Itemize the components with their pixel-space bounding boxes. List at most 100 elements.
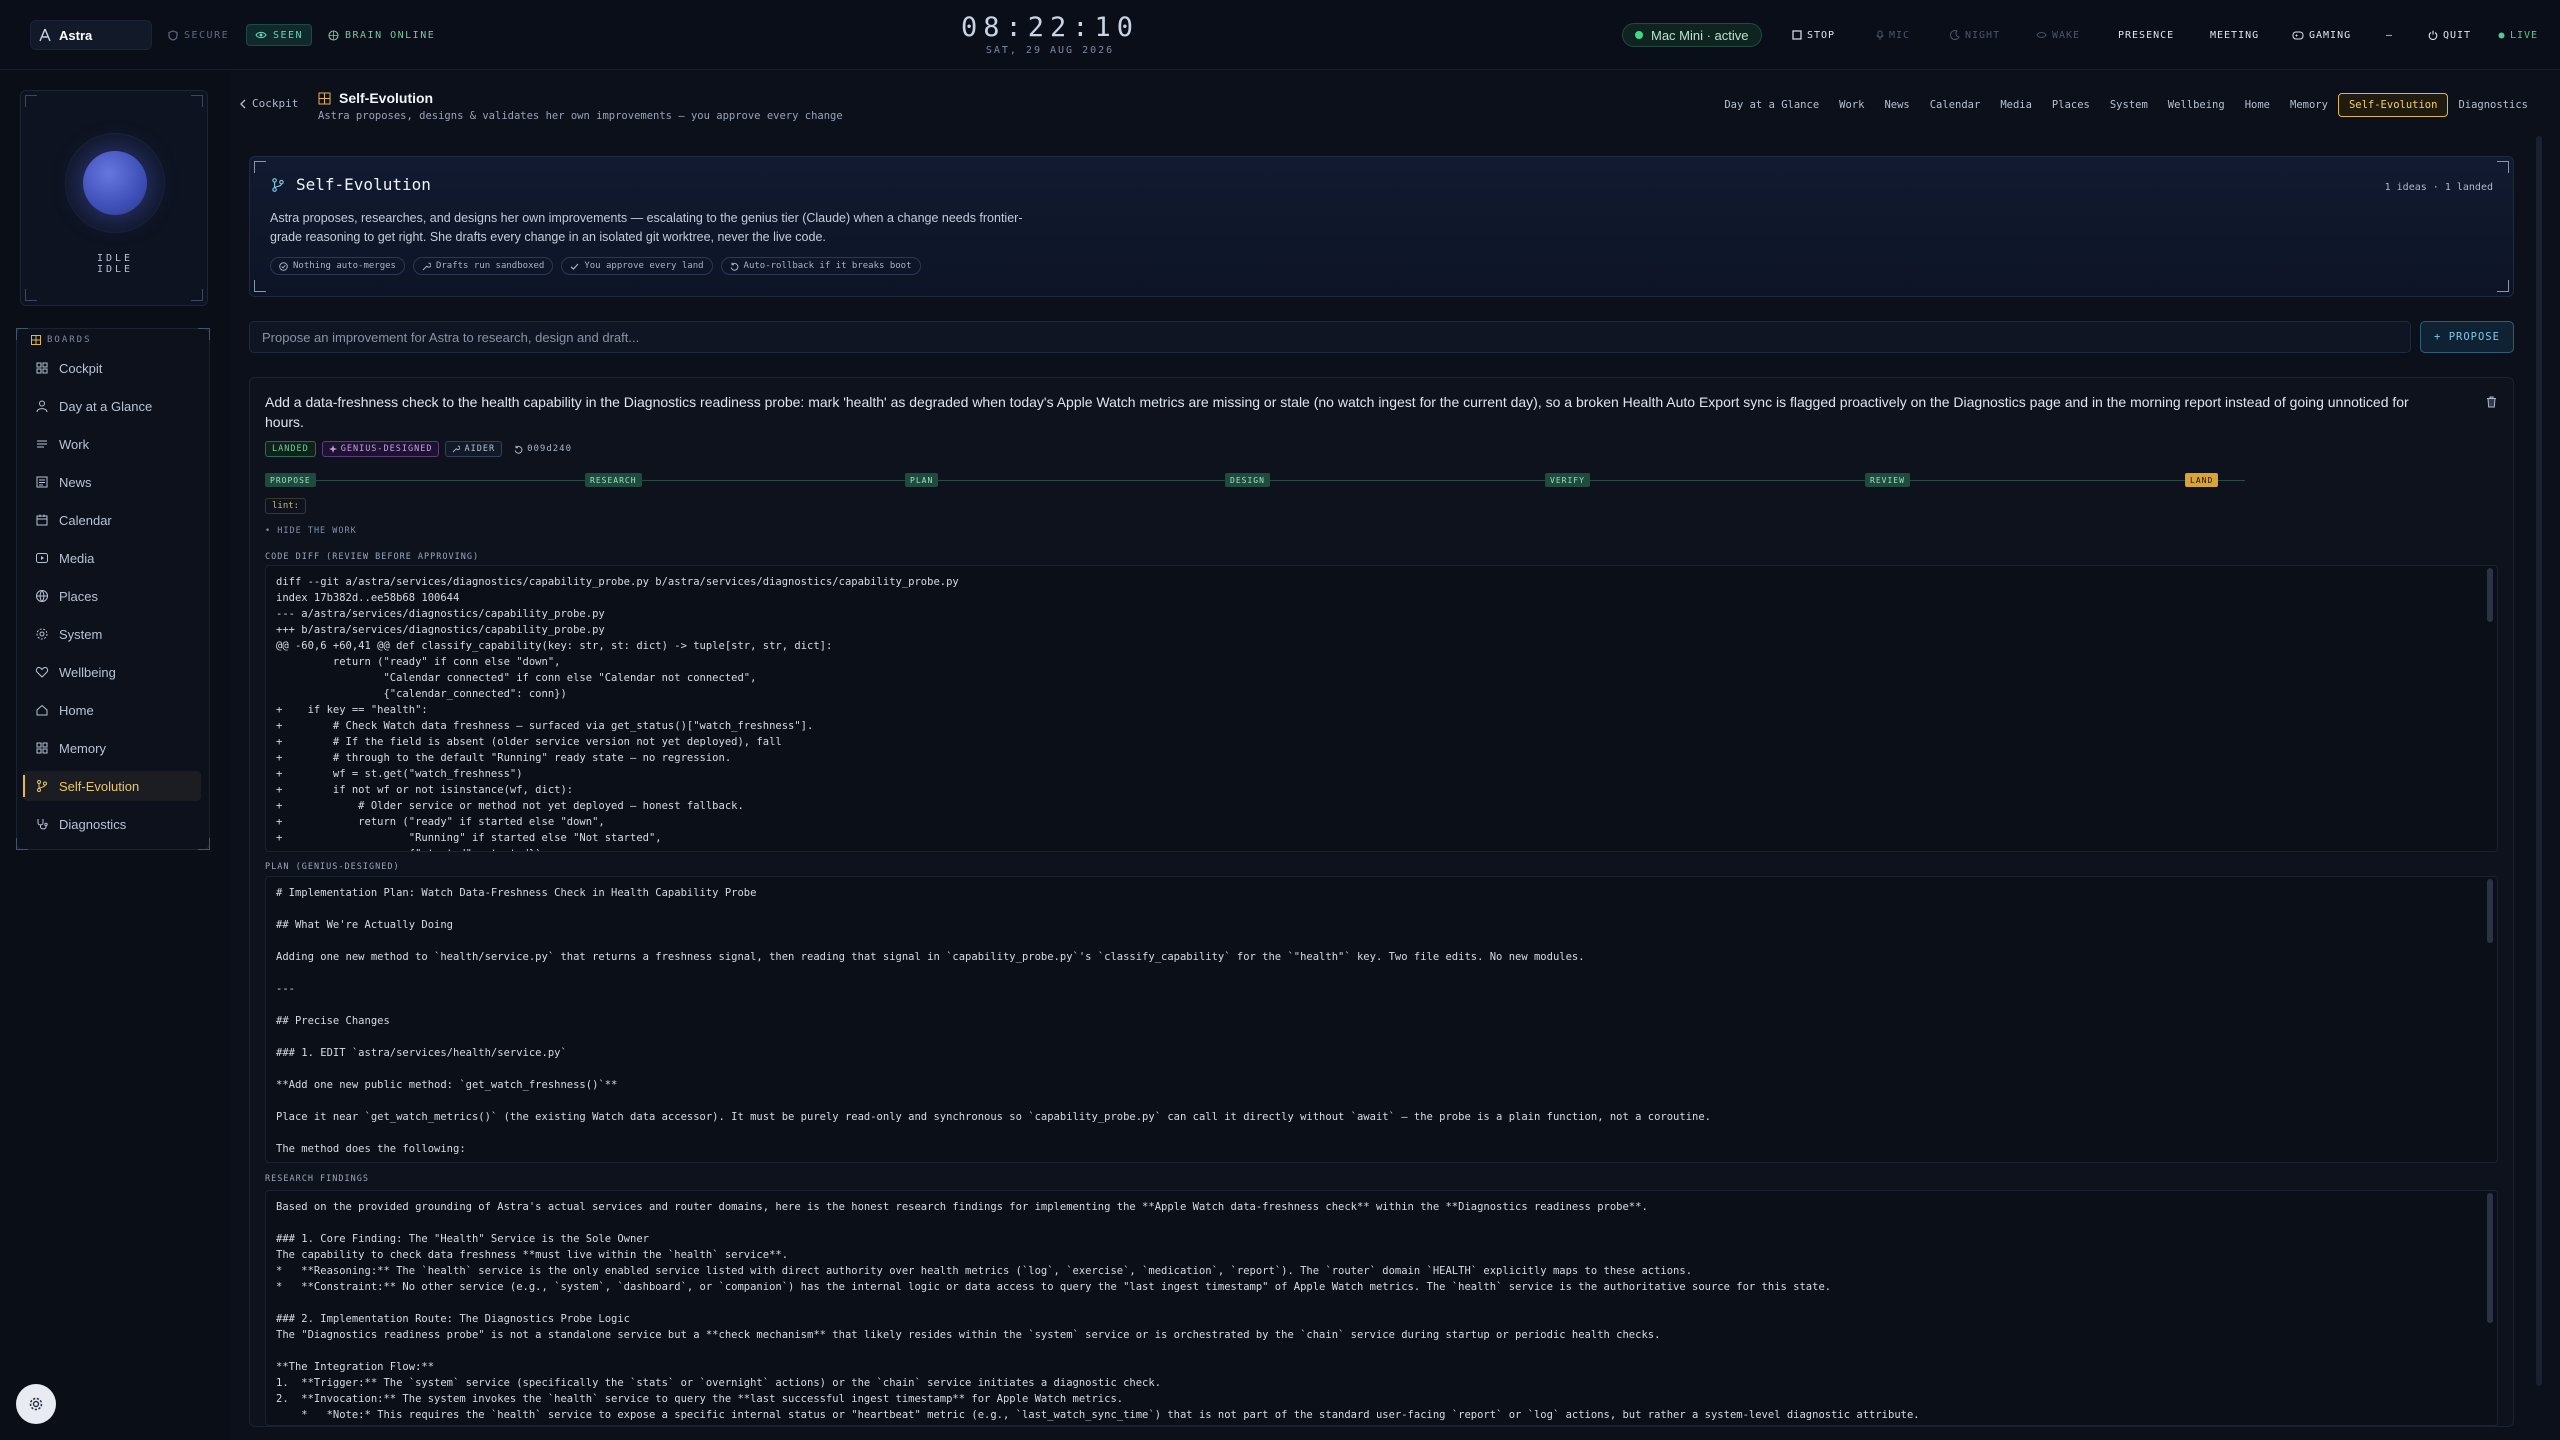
propose-button[interactable]: + PROPOSE: [2420, 321, 2514, 353]
tool-badge: AIDER: [445, 441, 503, 457]
stop-icon: [1792, 30, 1802, 40]
tab-media[interactable]: Media: [1990, 93, 2042, 117]
sidebar-item-home[interactable]: Home: [23, 695, 201, 725]
research-box[interactable]: Based on the provided grounding of Astra…: [265, 1190, 2498, 1426]
code-diff-scrollbar[interactable]: [2487, 568, 2493, 622]
live-dot-icon: [2498, 32, 2505, 38]
research-scrollbar[interactable]: [2487, 1193, 2493, 1323]
stage-propose: PROPOSE: [265, 473, 316, 487]
app-name: Astra: [59, 27, 93, 43]
minimize-button[interactable]: —: [2386, 26, 2393, 44]
delete-idea-button[interactable]: [2486, 396, 2497, 408]
meeting-button[interactable]: MEETING: [2210, 26, 2259, 44]
presence-label: PRESENCE: [2118, 29, 2175, 41]
plan-scrollbar[interactable]: [2487, 879, 2493, 943]
tab-diagnostics[interactable]: Diagnostics: [2448, 93, 2538, 117]
policy-chip-label: You approve every land: [584, 261, 704, 271]
page-title: Self-Evolution: [318, 90, 433, 106]
secure-indicator: SECURE: [160, 24, 237, 46]
tab-calendar[interactable]: Calendar: [1920, 93, 1991, 117]
tab-wellbeing[interactable]: Wellbeing: [2158, 93, 2235, 117]
tab-work[interactable]: Work: [1829, 93, 1874, 117]
board-tabs: Day at a Glance Work News Calendar Media…: [1714, 93, 2538, 117]
wake-button[interactable]: WAKE: [2036, 26, 2080, 44]
lint-badge: lint:: [265, 498, 307, 514]
diff-label: CODE DIFF (REVIEW BEFORE APPROVING): [265, 552, 480, 562]
quit-button[interactable]: QUIT: [2428, 26, 2471, 44]
brain-icon: [328, 29, 339, 41]
sidebar-item-day-at-a-glance[interactable]: Day at a Glance: [23, 391, 201, 421]
page-subtitle: Astra proposes, designs & validates her …: [318, 110, 843, 122]
sidebar-item-wellbeing[interactable]: Wellbeing: [23, 657, 201, 687]
tab-places[interactable]: Places: [2042, 93, 2100, 117]
policy-chip-label: Nothing auto-merges: [293, 261, 396, 271]
tab-day-at-a-glance[interactable]: Day at a Glance: [1714, 93, 1829, 117]
live-indicator: LIVE: [2498, 26, 2538, 44]
person-icon: [36, 400, 48, 413]
back-to-cockpit-link[interactable]: Cockpit: [240, 97, 298, 110]
commit-hash[interactable]: 009d240: [508, 441, 578, 457]
mic-label: MIC: [1889, 29, 1911, 41]
tool-label: AIDER: [464, 444, 496, 454]
sidebar-item-label: Home: [59, 702, 94, 718]
heart-icon: [35, 666, 49, 678]
sidebar-item-cockpit[interactable]: Cockpit: [23, 353, 201, 383]
sidebar-item-work[interactable]: Work: [23, 429, 201, 459]
idea-tags: LANDED GENIUS-DESIGNED AIDER 009d240: [265, 441, 578, 457]
tab-memory[interactable]: Memory: [2280, 93, 2338, 117]
sidebar-item-self-evolution[interactable]: Self-Evolution: [23, 771, 201, 801]
plan-box[interactable]: # Implementation Plan: Watch Data-Freshn…: [265, 876, 2498, 1163]
presence-button[interactable]: PRESENCE: [2118, 26, 2174, 44]
sidebar-item-label: Media: [59, 550, 95, 566]
device-status-dot: [1635, 31, 1643, 39]
tab-self-evolution[interactable]: Self-Evolution: [2337, 93, 2449, 117]
stage-plan: PLAN: [905, 473, 939, 487]
policy-chip: You approve every land: [561, 257, 713, 275]
seen-label: SEEN: [273, 29, 304, 41]
minimize-label: —: [2386, 29, 2394, 41]
sidebar-item-label: System: [59, 626, 103, 642]
sidebar-item-calendar[interactable]: Calendar: [23, 505, 201, 535]
gaming-label: GAMING: [2309, 29, 2352, 41]
propose-input[interactable]: [249, 321, 2411, 353]
sidebar-item-memory[interactable]: Memory: [23, 733, 201, 763]
hide-work-toggle[interactable]: • HIDE THE WORK: [265, 526, 357, 536]
commit-label: 009d240: [527, 444, 573, 454]
calendar-icon: [36, 514, 48, 526]
wrench-icon: [422, 262, 431, 270]
newspaper-icon: [36, 476, 48, 488]
sidebar-item-media[interactable]: Media: [23, 543, 201, 573]
sidebar-item-diagnostics[interactable]: Diagnostics: [23, 809, 201, 839]
power-icon: [2428, 30, 2438, 40]
night-button[interactable]: NIGHT: [1950, 26, 2000, 44]
intro-description: Astra proposes, researches, and designs …: [270, 211, 1023, 244]
policy-chip: Drafts run sandboxed: [412, 257, 554, 275]
stop-label: STOP: [1807, 29, 1836, 41]
page-scrollbar[interactable]: [2536, 136, 2542, 1386]
memory-icon: [36, 742, 48, 754]
pipeline: PROPOSE RESEARCH PLAN DESIGN VERIFY REVI…: [265, 473, 2280, 487]
sidebar-item-label: Calendar: [59, 512, 112, 528]
stage-design: DESIGN: [1225, 473, 1270, 487]
sidebar-item-news[interactable]: News: [23, 467, 201, 497]
stage-research: RESEARCH: [585, 473, 642, 487]
device-status[interactable]: Mac Mini · active: [1622, 23, 1762, 47]
page-title-text: Self-Evolution: [339, 90, 434, 106]
sidebar-item-system[interactable]: System: [23, 619, 201, 649]
app-logo[interactable]: Astra: [30, 20, 152, 50]
sidebar-item-places[interactable]: Places: [23, 581, 201, 611]
settings-button[interactable]: [16, 1384, 56, 1424]
mic-button[interactable]: MIC: [1876, 26, 1910, 44]
tab-home[interactable]: Home: [2235, 93, 2280, 117]
code-diff-box[interactable]: diff --git a/astra/services/diagnostics/…: [265, 565, 2498, 852]
globe-icon: [36, 590, 48, 602]
plan-text: # Implementation Plan: Watch Data-Freshn…: [276, 887, 1711, 1155]
tab-news[interactable]: News: [1874, 93, 1919, 117]
designer-badge: GENIUS-DESIGNED: [321, 441, 440, 457]
tab-system[interactable]: System: [2100, 93, 2158, 117]
astra-orb[interactable]: [83, 151, 147, 215]
boards-header: BOARDS: [31, 335, 92, 345]
gaming-button[interactable]: GAMING: [2292, 26, 2351, 44]
stop-button[interactable]: STOP: [1792, 26, 1835, 44]
state-label-secondary: IDLE: [96, 264, 134, 275]
